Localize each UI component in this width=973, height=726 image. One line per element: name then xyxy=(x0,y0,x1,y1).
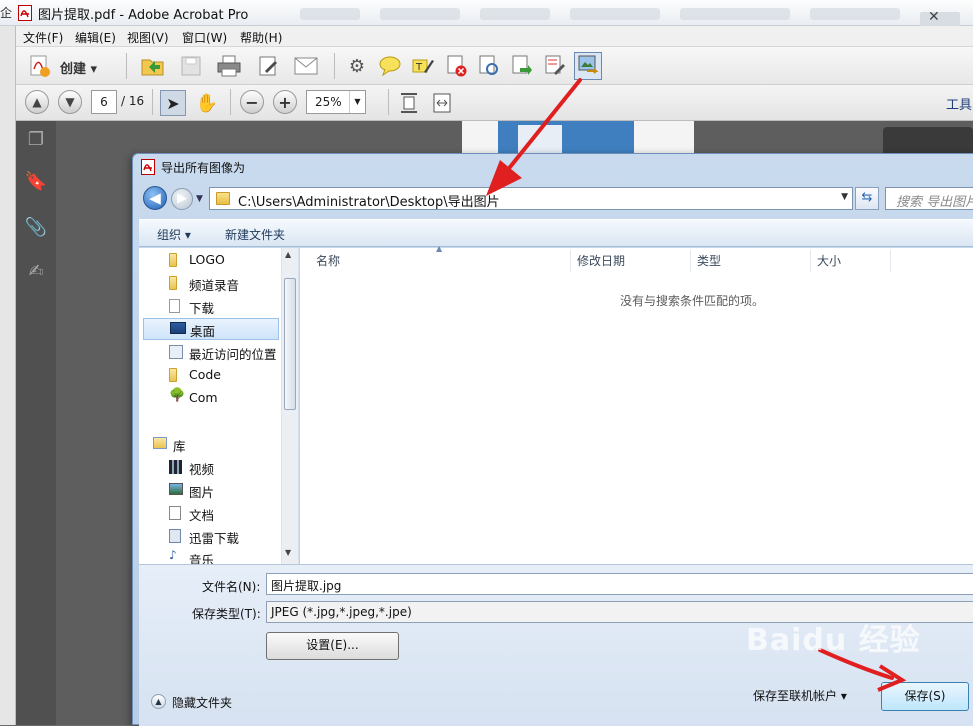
baidu-watermark: Baidu 经验 xyxy=(746,623,921,658)
